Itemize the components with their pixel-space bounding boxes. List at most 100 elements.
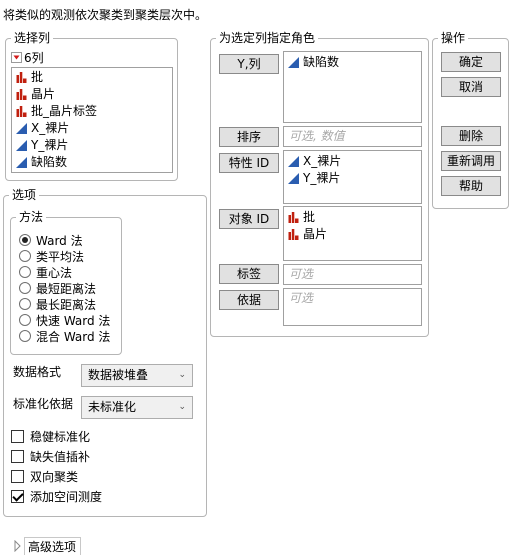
column-name: 晶片 [303, 227, 328, 241]
radio-button[interactable] [19, 314, 31, 326]
column-name: 批 [303, 210, 316, 224]
method-option[interactable]: 类平均法 [19, 248, 110, 264]
standardize-by-label: 标准化依据 [13, 397, 74, 411]
checkbox[interactable] [11, 449, 24, 463]
radio-button[interactable] [19, 266, 31, 278]
method-option-label: 重心法 [36, 265, 73, 280]
chevron-down-icon: ⌄ [178, 402, 186, 412]
attribute-id-item[interactable]: Y_裸片 [284, 170, 421, 187]
method-group: 方法 Ward 法类平均法 重心法 最短距离法 最长距离法 快速 Ward 法混合 Wa… [10, 209, 122, 355]
method-option[interactable]: 重心法 [19, 264, 110, 280]
ordering-placeholder: 可选, 数值 [289, 129, 345, 143]
column-list-item[interactable]: 缺陷数 [12, 154, 172, 171]
column-list-item[interactable]: 批_晶片标签 [12, 103, 172, 120]
continuous-column-icon [16, 157, 27, 168]
method-option[interactable]: 最短距离法 [19, 280, 110, 296]
recall-button[interactable]: 重新调用 [441, 151, 501, 171]
y-column-item[interactable]: 缺陷数 [284, 54, 421, 71]
method-option-label: 混合 Ward 法 [36, 329, 111, 344]
method-option[interactable]: 混合 Ward 法 [19, 328, 110, 344]
nominal-column-icon [16, 72, 27, 83]
select-columns-title: 选择列 [11, 30, 54, 46]
advanced-options-toggle[interactable]: 高级选项 [14, 537, 82, 555]
method-option-label: 类平均法 [36, 249, 85, 264]
method-option-label: 快速 Ward 法 [36, 313, 111, 328]
column-name: 缺陷数 [303, 55, 340, 69]
ok-button[interactable]: 确定 [441, 52, 501, 72]
by-field[interactable]: 可选 [283, 288, 422, 326]
cancel-button[interactable]: 取消 [441, 77, 501, 97]
object-id-item[interactable]: 晶片 [284, 226, 421, 243]
label-button[interactable]: 标签 [219, 264, 279, 284]
checkbox-label: 添加空间测度 [30, 489, 103, 504]
option-checkbox-row[interactable]: 缺失值插补 [11, 448, 90, 464]
object-id-item[interactable]: 批 [284, 209, 421, 226]
ordering-button[interactable]: 排序 [219, 127, 279, 147]
checkbox[interactable] [11, 429, 24, 443]
chevron-down-icon: ⌄ [178, 370, 186, 380]
continuous-column-icon [288, 173, 299, 184]
continuous-column-icon [288, 156, 299, 167]
radio-button[interactable] [19, 330, 31, 342]
attribute-id-button[interactable]: 特性 ID [219, 153, 279, 173]
disclosure-triangle-icon[interactable] [14, 540, 22, 552]
data-format-label: 数据格式 [13, 365, 62, 379]
column-name: Y_裸片 [303, 171, 341, 185]
checkbox-label: 稳健标准化 [30, 429, 91, 444]
method-option-label: Ward 法 [36, 233, 83, 248]
method-option[interactable]: Ward 法 [19, 232, 110, 248]
attribute-id-list[interactable]: X_裸片 Y_裸片 [283, 150, 422, 204]
radio-button[interactable] [19, 250, 31, 262]
disclosure-menu-icon[interactable] [11, 52, 22, 63]
column-list-item[interactable]: 批 [12, 69, 172, 86]
method-radio-list: Ward 法类平均法 重心法 最短距离法 最长距离法 快速 Ward 法混合 Ward … [19, 232, 110, 344]
help-button[interactable]: 帮助 [441, 176, 501, 196]
radio-button[interactable] [19, 282, 31, 294]
column-name: X_裸片 [303, 154, 342, 168]
radio-button[interactable] [19, 234, 31, 246]
dialog-description: 将类似的观测依次聚类到聚类层次中。 [3, 8, 208, 22]
method-option[interactable]: 最长距离法 [19, 296, 110, 312]
y-columns-button[interactable]: Y,列 [219, 54, 279, 74]
option-checkbox-row[interactable]: 稳健标准化 [11, 428, 90, 444]
by-placeholder: 可选 [289, 291, 314, 305]
standardize-by-select[interactable]: 未标准化 ⌄ [81, 396, 193, 419]
option-checkbox-row[interactable]: 双向聚类 [11, 468, 78, 484]
continuous-column-icon [288, 57, 299, 68]
nominal-column-icon [288, 212, 299, 223]
continuous-column-icon [16, 140, 27, 151]
column-name: X_裸片 [31, 121, 70, 135]
column-count-label: 6列 [24, 51, 44, 65]
attribute-id-item[interactable]: X_裸片 [284, 153, 421, 170]
column-list-item[interactable]: X_裸片 [12, 120, 172, 137]
ordering-field[interactable]: 可选, 数值 [283, 126, 422, 147]
column-list-item[interactable]: 晶片 [12, 86, 172, 103]
remove-button[interactable]: 删除 [441, 126, 501, 146]
object-id-list[interactable]: 批晶片 [283, 206, 422, 261]
cast-roles-title: 为选定列指定角色 [216, 30, 319, 46]
nominal-column-icon [288, 229, 299, 240]
column-count-toggle[interactable]: 6列 [11, 49, 44, 66]
column-name: Y_裸片 [31, 138, 69, 152]
option-checkbox-row[interactable]: 添加空间测度 [11, 488, 102, 504]
y-columns-list[interactable]: 缺陷数 [283, 51, 422, 123]
checkbox[interactable] [11, 489, 24, 503]
method-option-label: 最长距离法 [36, 297, 97, 312]
radio-button[interactable] [19, 298, 31, 310]
data-format-select[interactable]: 数据被堆叠 ⌄ [81, 364, 193, 387]
column-name: 批_晶片标签 [31, 104, 98, 118]
select-columns-group: 选择列 6列 批晶片 批_晶片标签 X_裸片 Y_裸片缺陷数 [5, 30, 178, 181]
object-id-button[interactable]: 对象 ID [219, 209, 279, 229]
column-list-item[interactable]: Y_裸片 [12, 137, 172, 154]
column-name: 缺陷数 [31, 155, 68, 169]
by-button[interactable]: 依据 [219, 290, 279, 310]
checkbox-label: 双向聚类 [30, 469, 79, 484]
method-option[interactable]: 快速 Ward 法 [19, 312, 110, 328]
method-option-label: 最短距离法 [36, 281, 97, 296]
checkbox[interactable] [11, 469, 24, 483]
label-field[interactable]: 可选 [283, 264, 422, 285]
standardize-by-value: 未标准化 [88, 400, 137, 414]
column-list[interactable]: 批晶片 批_晶片标签 X_裸片 Y_裸片缺陷数 [11, 67, 173, 173]
column-name: 批 [31, 70, 44, 84]
label-placeholder: 可选 [289, 267, 314, 281]
